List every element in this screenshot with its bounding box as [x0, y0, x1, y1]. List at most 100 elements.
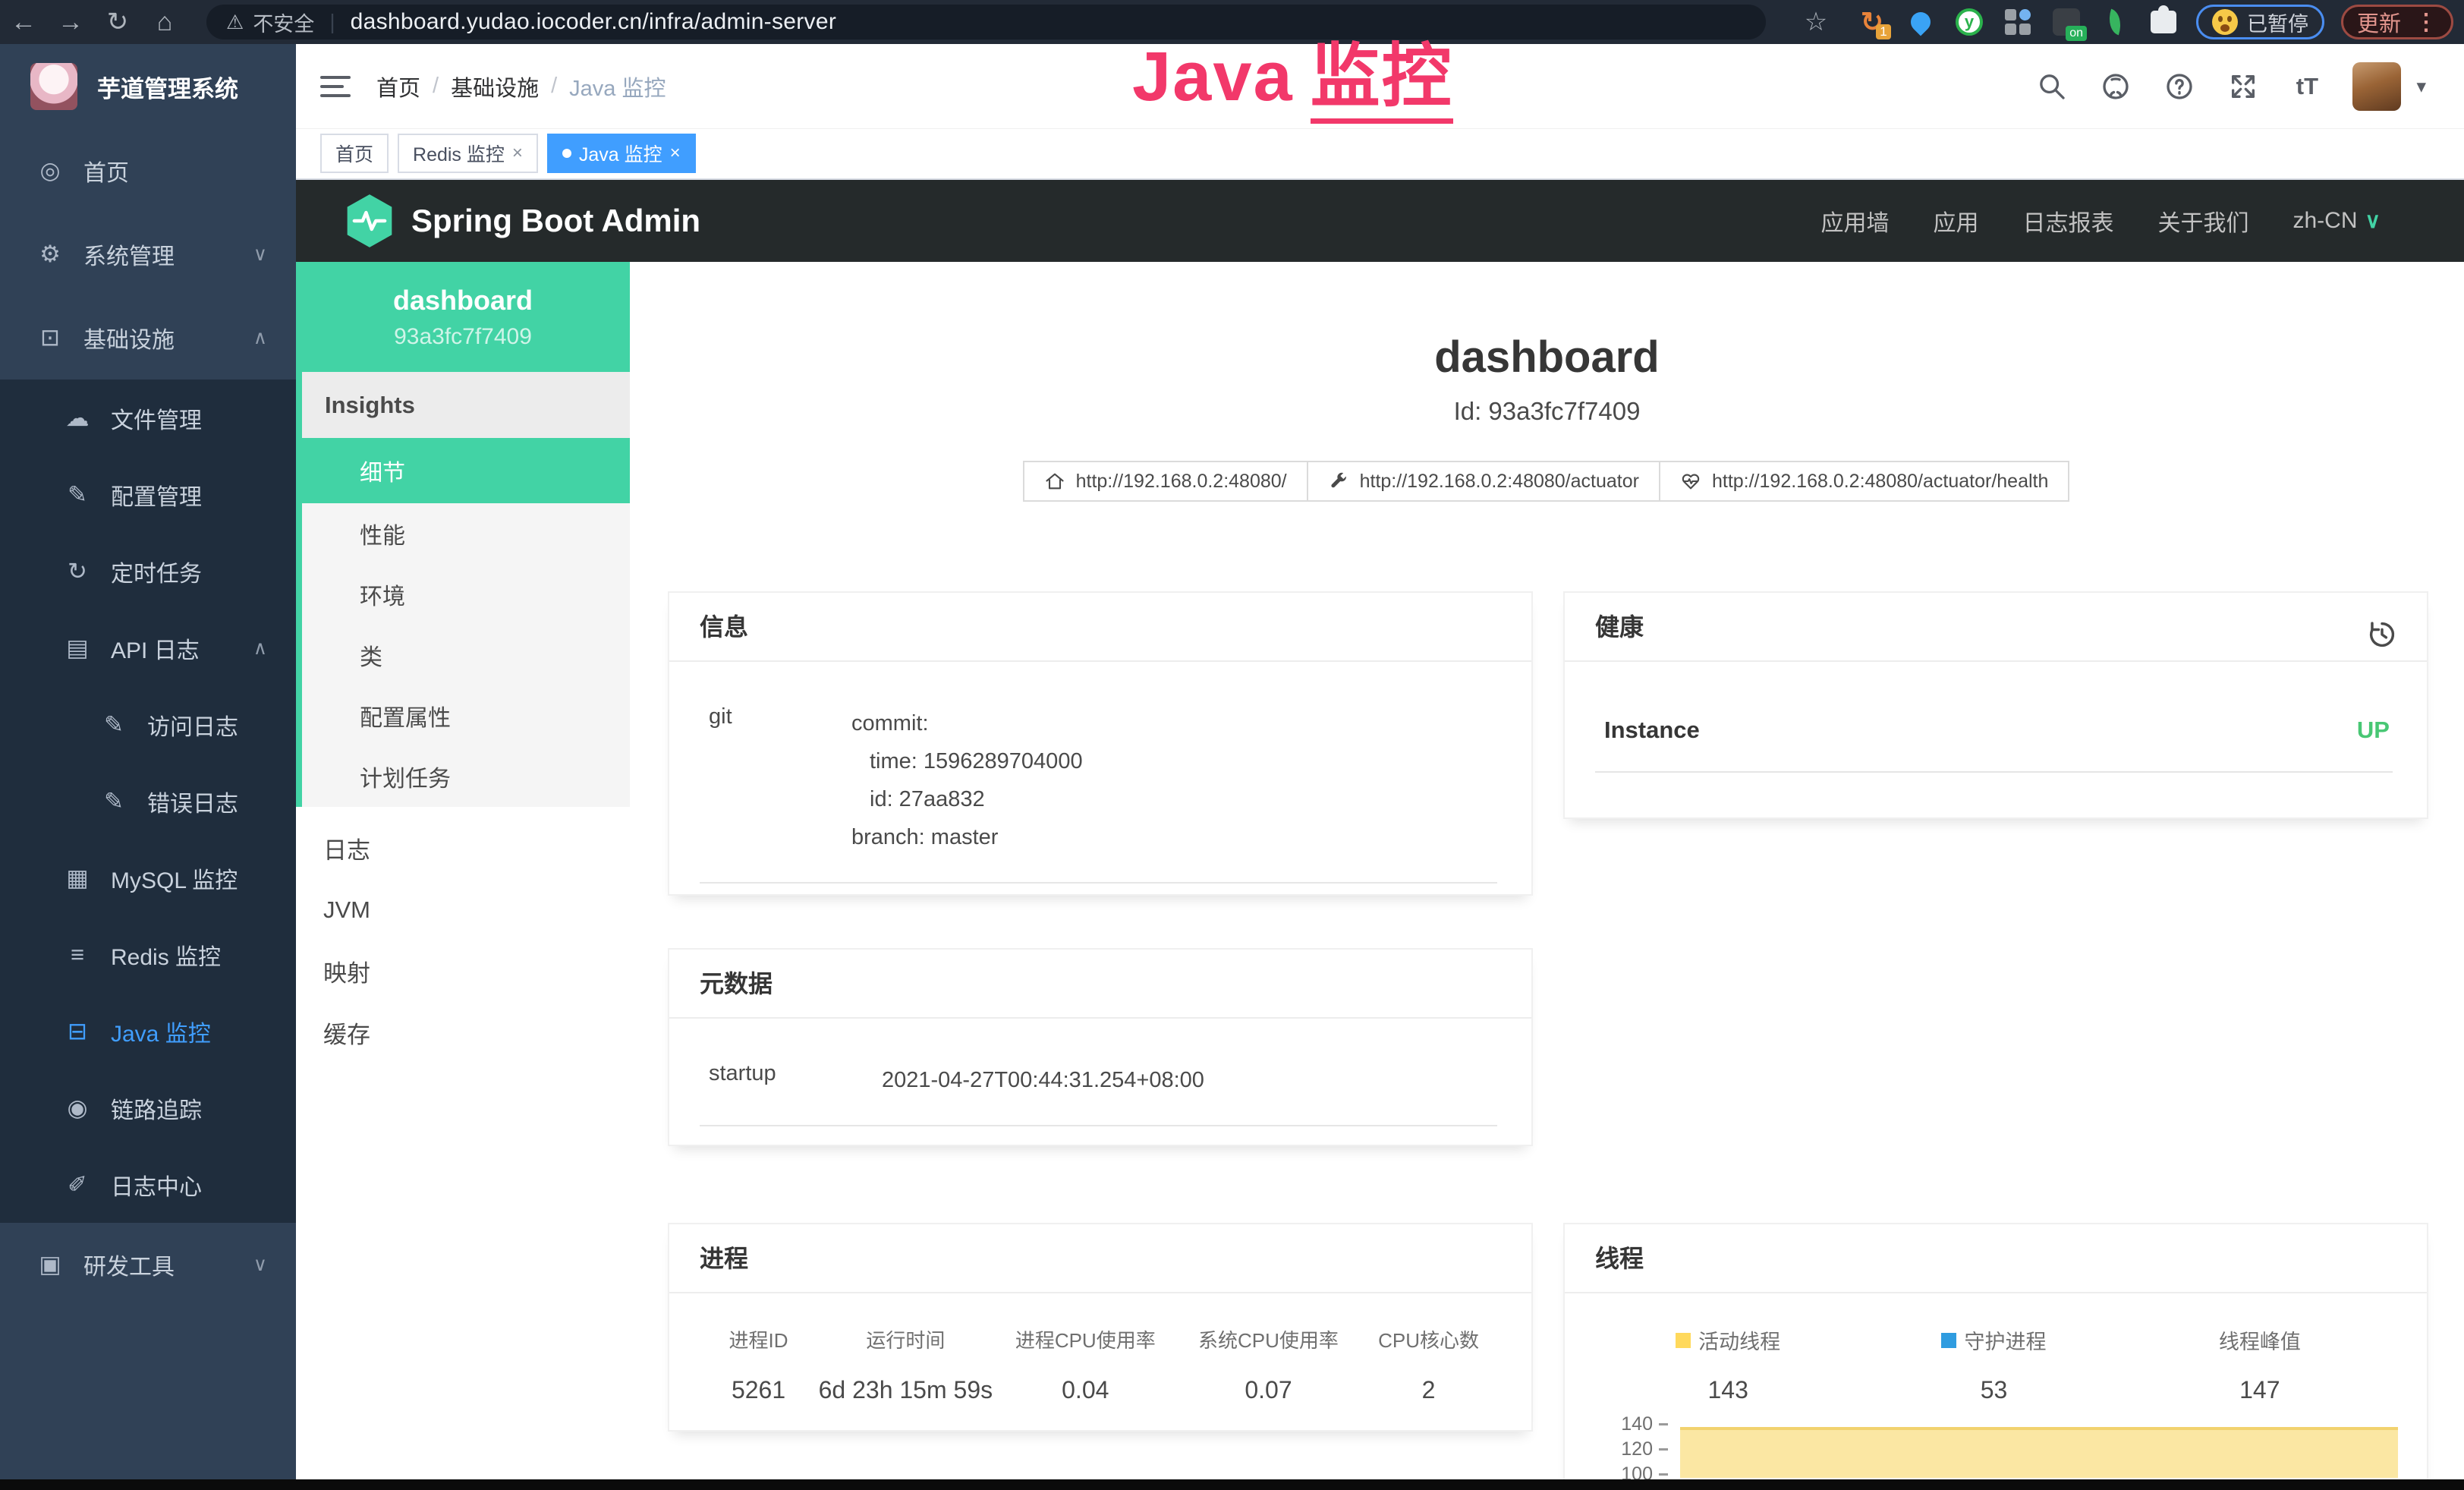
- sidebar-item-api-log[interactable]: ▤ API 日志 ∧: [0, 610, 296, 686]
- y-axis-tick: 140: [1595, 1412, 1668, 1437]
- close-icon[interactable]: ×: [512, 143, 523, 164]
- sba-navbar: Spring Boot Admin 应用墙 应用 日志报表 关于我们 zh-CN…: [296, 180, 2464, 262]
- history-icon[interactable]: [2365, 610, 2399, 644]
- sba-nav-applications[interactable]: 应用: [1933, 204, 1978, 238]
- sba-brand[interactable]: Spring Boot Admin: [345, 193, 700, 249]
- app-logo[interactable]: 芋道管理系统: [0, 44, 296, 129]
- sidebar-item-system[interactable]: ⚙ 系统管理 ∨: [0, 213, 296, 296]
- instance-name: dashboard: [393, 285, 533, 317]
- instance-header[interactable]: dashboard 93a3fc7f7409: [296, 262, 630, 372]
- address-bar[interactable]: ⚠ 不安全 | dashboard.yudao.iocoder.cn/infra…: [206, 5, 1766, 39]
- sba-menu-config-props[interactable]: 配置属性: [302, 685, 630, 746]
- log-icon: ▤: [61, 635, 94, 662]
- omnibox-divider: |: [329, 10, 335, 34]
- sidebar-item-trace[interactable]: ◉ 链路追踪: [0, 1069, 296, 1146]
- threads-legend: 活动线程 守护进程 线程峰值 143 53 147: [1595, 1325, 2393, 1404]
- sidebar-item-file-manage[interactable]: ☁ 文件管理: [0, 380, 296, 456]
- sidebar-item-log-center[interactable]: ✐ 日志中心: [0, 1146, 296, 1223]
- legend-daemon-threads: 守护进程: [1861, 1325, 2126, 1355]
- tag-java-monitor[interactable]: Java 监控 ×: [547, 134, 696, 173]
- sba-menu-performance[interactable]: 性能: [302, 503, 630, 564]
- forward-icon[interactable]: →: [47, 8, 94, 37]
- health-url-button[interactable]: http://192.168.0.2:48080/actuator/health: [1659, 461, 2069, 502]
- main-sidebar: 芋道管理系统 ◎ 首页 ⚙ 系统管理 ∨ ⊡ 基础设施 ∧ ☁ 文件管理 ✎ 配…: [0, 44, 296, 1479]
- sba-nav-wallboard[interactable]: 应用墙: [1820, 204, 1889, 238]
- breadcrumb: 首页 / 基础设施 / Java 监控: [376, 71, 666, 102]
- sba-menu-classes[interactable]: 类: [302, 625, 630, 685]
- instance-id: 93a3fc7f7409: [394, 324, 532, 350]
- breadcrumb-infra[interactable]: 基础设施: [451, 71, 539, 102]
- cpu-cores-value: 2: [1360, 1376, 1497, 1404]
- tag-home[interactable]: 首页: [320, 134, 389, 173]
- extension-pin-icon[interactable]: [1905, 6, 1937, 38]
- sidebar-item-error-log[interactable]: ✎ 错误日志: [0, 763, 296, 840]
- page-url: dashboard.yudao.iocoder.cn/infra/admin-s…: [351, 9, 837, 35]
- extension-leaf-icon[interactable]: [2099, 6, 2131, 38]
- breadcrumb-home[interactable]: 首页: [376, 71, 420, 102]
- screen-icon: ⊟: [61, 1018, 94, 1045]
- extension-grid-icon[interactable]: [2002, 6, 2034, 38]
- dashboard-icon: ◎: [33, 157, 67, 184]
- extension-puzzle-icon[interactable]: [2148, 6, 2179, 38]
- font-size-icon[interactable]: tT: [2289, 68, 2325, 105]
- help-icon[interactable]: [2161, 68, 2198, 105]
- reload-icon[interactable]: ↻: [94, 7, 141, 37]
- browser-menu-icon[interactable]: ⋮: [2415, 9, 2437, 36]
- threads-chart: 140 120 100: [1595, 1410, 2398, 1479]
- service-url-button[interactable]: http://192.168.0.2:48080/: [1023, 461, 1308, 502]
- metadata-card-title: 元数据: [669, 950, 1531, 1019]
- fullscreen-icon[interactable]: [2225, 68, 2261, 105]
- search-icon[interactable]: [2034, 68, 2070, 105]
- process-card: 进程 进程ID 运行时间 进程CPU使用率 系统CPU使用率 CPU核心数 52…: [668, 1223, 1533, 1432]
- sidebar-item-infrastructure[interactable]: ⊡ 基础设施 ∧: [0, 296, 296, 380]
- sba-language-select[interactable]: zh-CN∨: [2292, 208, 2381, 234]
- y-axis-tick: 120: [1595, 1437, 1668, 1462]
- live-threads-area-series: [1680, 1427, 2398, 1478]
- tag-redis-monitor[interactable]: Redis 监控 ×: [398, 134, 538, 173]
- sba-menu-mappings[interactable]: 映射: [296, 940, 630, 1002]
- legend-swatch-yellow: [1676, 1333, 1691, 1348]
- eye-icon: ◉: [61, 1095, 94, 1122]
- chevron-up-icon: ∧: [253, 326, 267, 349]
- system-cpu-value: 0.07: [1177, 1376, 1360, 1404]
- sidebar-item-scheduled-job[interactable]: ↻ 定时任务: [0, 533, 296, 610]
- avatar-caret-icon[interactable]: ▾: [2416, 75, 2426, 98]
- edit-icon: ✎: [97, 788, 131, 815]
- extension-sync-icon[interactable]: ↻ 1: [1856, 6, 1888, 38]
- sba-menu-scheduled-tasks[interactable]: 计划任务: [302, 746, 630, 807]
- sba-nav-about[interactable]: 关于我们: [2157, 204, 2248, 238]
- actuator-url-button[interactable]: http://192.168.0.2:48080/actuator: [1307, 461, 1660, 502]
- sba-sidebar: dashboard 93a3fc7f7409 Insights 细节 性能 环境…: [296, 262, 630, 1479]
- sidebar-item-java-monitor[interactable]: ⊟ Java 监控: [0, 993, 296, 1069]
- profile-paused-chip[interactable]: 已暂停: [2196, 5, 2324, 39]
- sidebar-item-access-log[interactable]: ✎ 访问日志: [0, 686, 296, 763]
- sba-menu-environment[interactable]: 环境: [302, 564, 630, 625]
- back-icon[interactable]: ←: [0, 8, 47, 37]
- bookmark-star-icon[interactable]: ☆: [1792, 7, 1839, 37]
- sba-menu-logs[interactable]: 日志: [296, 817, 630, 879]
- extension-switch-icon[interactable]: on: [2050, 6, 2082, 38]
- pen-icon: ✐: [61, 1171, 94, 1199]
- gear-icon: ⚙: [33, 241, 67, 268]
- chevron-down-icon: ∨: [253, 243, 267, 266]
- extension-y-icon[interactable]: y: [1953, 6, 1985, 38]
- sidebar-item-mysql-monitor[interactable]: ▦ MySQL 监控: [0, 840, 296, 916]
- user-avatar[interactable]: [2352, 62, 2401, 111]
- sidebar-item-config-manage[interactable]: ✎ 配置管理: [0, 456, 296, 533]
- table-grid-icon: ▦: [61, 865, 94, 892]
- sidebar-item-home[interactable]: ◎ 首页: [0, 129, 296, 213]
- sba-menu-caches[interactable]: 缓存: [296, 1002, 630, 1063]
- home-icon[interactable]: ⌂: [141, 8, 188, 37]
- hamburger-icon[interactable]: [320, 76, 351, 97]
- screenshot-bottom-strip: [0, 1479, 2464, 1490]
- sba-menu-jvm[interactable]: JVM: [296, 879, 630, 940]
- sba-menu-details[interactable]: 细节: [302, 438, 630, 503]
- edit-icon: ✎: [61, 481, 94, 509]
- sidebar-item-redis-monitor[interactable]: ≡ Redis 监控: [0, 916, 296, 993]
- chrome-update-button[interactable]: 更新 ⋮: [2341, 5, 2453, 39]
- startup-value: 2021-04-27T00:44:31.254+08:00: [882, 1061, 1497, 1099]
- close-icon[interactable]: ×: [670, 143, 681, 164]
- github-icon[interactable]: [2097, 68, 2134, 105]
- sidebar-item-dev-tools[interactable]: ▣ 研发工具 ∨: [0, 1223, 296, 1306]
- sba-nav-journal[interactable]: 日志报表: [2022, 204, 2113, 238]
